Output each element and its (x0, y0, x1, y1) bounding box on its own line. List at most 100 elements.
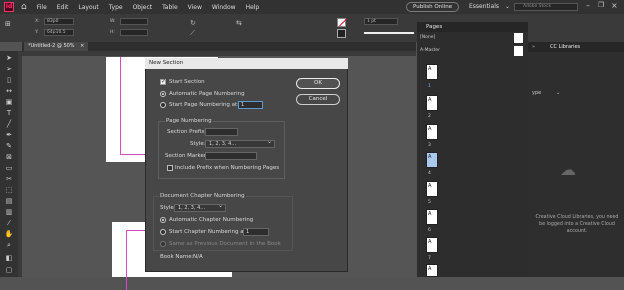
master-marker: A (428, 66, 432, 72)
creative-cloud-icon: ☁ (560, 160, 576, 179)
cc-libraries-tab[interactable]: CC Libraries (550, 44, 580, 50)
stroke-weight-field[interactable]: 1 pt (364, 18, 398, 25)
selection-tool-icon[interactable]: ➤ (4, 54, 14, 63)
flip-icon[interactable]: ⇆ (236, 19, 242, 27)
master-marker: A (428, 126, 432, 132)
close-icon[interactable]: × (611, 1, 618, 10)
none-master-thumb[interactable] (514, 33, 523, 43)
tab-close-icon[interactable]: × (80, 43, 84, 49)
ok-button[interactable]: OK (296, 78, 340, 89)
maximize-icon[interactable]: ❐ (598, 1, 604, 9)
gradient-tool-icon[interactable]: ▤ (4, 197, 14, 206)
rectangle-tool-icon[interactable]: ▭ (4, 164, 14, 173)
master-marker: A (428, 183, 432, 189)
master-marker: A (428, 239, 432, 245)
rotate-icon[interactable]: ↻ (190, 19, 196, 27)
chapter-style-select[interactable]: 1, 2, 3, 4... (174, 203, 226, 212)
shear-icon[interactable]: ⟋ (190, 29, 195, 38)
tools-panel: ➤ ➢ ▯ ↔ ▣ T ╱ ✒ ✎ ⊠ ▭ ✂ ⬚ ▤ ▥ ⁄ ✋ ⌕ ◧ ▢ (0, 51, 18, 277)
page-style-select[interactable]: 1, 2, 3, 4... (205, 139, 275, 148)
a-master-label[interactable]: A-Master (420, 48, 440, 53)
include-prefix-label: Include Prefix when Numbering Pages (175, 165, 280, 171)
minimize-icon[interactable]: – (586, 1, 590, 10)
fill-stroke-icon[interactable]: ◧ (4, 254, 14, 263)
start-page-number-input[interactable]: 1 (238, 101, 263, 109)
section-marker-input[interactable] (205, 152, 257, 160)
y-field[interactable]: 64p10.5 (44, 29, 74, 36)
start-chapter-radio[interactable] (160, 229, 166, 235)
start-numbering-radio[interactable] (160, 102, 166, 108)
menu-type[interactable]: Type (109, 4, 123, 11)
page-tool-icon[interactable]: ▯ (4, 76, 14, 85)
stroke-swatch[interactable] (337, 29, 346, 38)
type-tool-icon[interactable]: T (4, 109, 14, 118)
zoom-tool-icon[interactable]: ⌕ (4, 241, 14, 250)
dialog-title-bar[interactable]: New Section (145, 58, 348, 69)
document-tab-label: *Untitled-2 @ 50% (28, 43, 75, 49)
pen-tool-icon[interactable]: ✒ (4, 131, 14, 140)
menu-file[interactable]: File (37, 4, 47, 11)
x-field[interactable]: 83p0 (44, 18, 74, 25)
same-as-previous-radio[interactable] (160, 241, 166, 247)
include-prefix-checkbox[interactable] (167, 165, 173, 171)
line-tool-icon[interactable]: ╱ (4, 120, 14, 129)
book-name-label: Book Name: (160, 254, 194, 260)
document-tab[interactable]: *Untitled-2 @ 50% × (24, 42, 89, 51)
h-field[interactable] (120, 29, 148, 36)
page-number: 1 (428, 84, 431, 89)
auto-chapter-label: Automatic Chapter Numbering (169, 217, 254, 223)
rectangle-frame-tool-icon[interactable]: ⊠ (4, 153, 14, 162)
fill-swatch[interactable] (337, 18, 347, 27)
chapter-number-input[interactable]: 1 (243, 228, 269, 236)
auto-numbering-label: Automatic Page Numbering (169, 91, 245, 97)
menu-layout[interactable]: Layout (78, 4, 98, 11)
page-number: 2 (428, 114, 431, 119)
pencil-tool-icon[interactable]: ✎ (4, 142, 14, 151)
chapter-numbering-heading: Document Chapter Numbering (159, 193, 246, 199)
menu-bar: Id ⌂ File Edit Layout Type Object Table … (0, 0, 624, 14)
free-transform-tool-icon[interactable]: ⬚ (4, 186, 14, 195)
menu-table[interactable]: Table (162, 4, 178, 11)
menu-help[interactable]: Help (246, 4, 260, 11)
gap-tool-icon[interactable]: ↔ (4, 87, 14, 96)
section-prefix-input[interactable] (205, 128, 238, 136)
stock-search-input[interactable]: Adobe Stock (514, 3, 578, 11)
book-name-value: N/A (193, 254, 203, 260)
eyedropper-tool-icon[interactable]: ⁄ (4, 219, 14, 228)
page-numbering-heading: Page Numbering (165, 118, 213, 124)
workspace-switcher[interactable]: Essentials (469, 3, 499, 10)
dialog-title: New Section (149, 60, 184, 66)
a-master-thumb[interactable] (514, 46, 523, 56)
pages-panel-title[interactable]: Pages (426, 24, 442, 30)
direct-selection-tool-icon[interactable]: ➢ (4, 65, 14, 74)
section-prefix-label: Section Prefix: (167, 129, 207, 135)
section-marker-label: Section Marker: (165, 153, 208, 159)
menu-view[interactable]: View (188, 4, 202, 11)
master-marker: A (428, 154, 432, 160)
home-icon[interactable]: ⌂ (21, 2, 27, 12)
w-field[interactable] (120, 18, 148, 25)
start-section-checkbox[interactable] (160, 78, 166, 85)
scissors-tool-icon[interactable]: ✂ (4, 175, 14, 184)
cancel-button[interactable]: Cancel (296, 94, 340, 105)
none-master-label[interactable]: [None] (420, 35, 435, 40)
stroke-type-line[interactable] (364, 32, 414, 34)
menu-object[interactable]: Object (133, 4, 153, 11)
master-marker: A (428, 211, 432, 217)
cc-libraries-tab-bar: » CC Libraries (528, 42, 624, 52)
panel-double-arrow-icon[interactable]: » (532, 44, 535, 50)
hand-tool-icon[interactable]: ✋ (4, 230, 14, 239)
control-bar: ⊞ X: 83p0 Y: 64p10.5 W: H: ↻ ⟋ ⇆ 1 pt (0, 14, 624, 42)
menu-window[interactable]: Window (212, 4, 236, 11)
auto-numbering-radio[interactable] (160, 91, 166, 97)
start-numbering-label: Start Page Numbering at: (169, 102, 239, 108)
publish-online-button[interactable]: Publish Online (406, 2, 460, 12)
content-collector-icon[interactable]: ▣ (4, 98, 14, 107)
chevron-down-icon[interactable]: ⌄ (556, 90, 560, 96)
view-mode-icon[interactable]: ▢ (4, 266, 14, 275)
auto-chapter-radio[interactable] (160, 217, 166, 223)
reference-point-icon[interactable]: ⊞ (5, 20, 11, 28)
y-label: Y: (35, 30, 39, 35)
menu-edit[interactable]: Edit (57, 4, 69, 11)
note-tool-icon[interactable]: ▥ (4, 208, 14, 217)
